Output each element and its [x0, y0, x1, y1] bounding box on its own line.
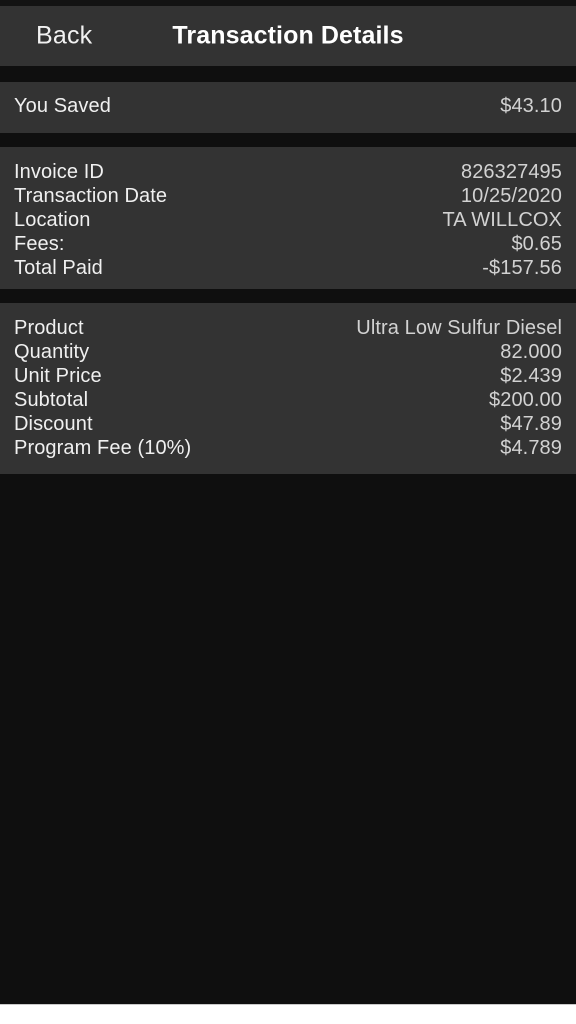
- transaction-details-card: Invoice ID 826327495 Transaction Date 10/25…: [0, 147, 576, 289]
- detail-row-value: $200.00: [489, 389, 562, 411]
- detail-row-value: $4.789: [500, 437, 562, 459]
- detail-row-label: Program Fee (10%): [14, 437, 192, 459]
- detail-row: You Saved $43.10: [14, 94, 562, 118]
- home-indicator-strip: [0, 1004, 576, 1024]
- detail-row-label: Subtotal: [14, 389, 89, 411]
- savings-card: You Saved $43.10: [0, 82, 576, 133]
- detail-row-label: Product: [14, 317, 84, 339]
- detail-row: Transaction Date 10/25/2020: [14, 184, 562, 208]
- detail-row-label: Unit Price: [14, 365, 102, 387]
- detail-row-value: 826327495: [460, 161, 562, 183]
- detail-row-value: 82.000: [500, 341, 562, 363]
- detail-row-label: You Saved: [14, 95, 111, 117]
- detail-row-value: $2.439: [500, 365, 562, 387]
- product-details-card: Product Ultra Low Sulfur Diesel Quantity 82…: [0, 303, 576, 474]
- detail-row-value: TA WILLCOX: [442, 209, 562, 231]
- savings-row-list: You Saved $43.10: [0, 82, 576, 118]
- navigation-bar: Back Transaction Details: [0, 6, 576, 66]
- detail-row-label: Fees:: [14, 233, 65, 255]
- detail-row-value: $43.10: [500, 95, 562, 117]
- product-row-list: Product Ultra Low Sulfur Diesel Quantity 82…: [0, 303, 576, 460]
- detail-row-label: Location: [14, 209, 91, 231]
- detail-row-label: Discount: [14, 413, 93, 435]
- detail-row: Unit Price $2.439: [14, 364, 562, 388]
- detail-row: Location TA WILLCOX: [14, 208, 562, 232]
- detail-row: Fees: $0.65: [14, 232, 562, 256]
- phone-screen: Back Transaction Details You Saved $43.10…: [0, 0, 576, 1024]
- detail-row: Invoice ID 826327495: [14, 160, 562, 184]
- detail-row-label: Quantity: [14, 341, 90, 363]
- detail-row: Quantity 82.000: [14, 340, 562, 364]
- detail-row: Product Ultra Low Sulfur Diesel: [14, 316, 562, 340]
- detail-row-value: $0.65: [511, 233, 562, 255]
- detail-row-label: Invoice ID: [14, 161, 104, 183]
- detail-row-value: -$157.56: [482, 257, 562, 279]
- detail-row: Subtotal $200.00: [14, 388, 562, 412]
- detail-row: Discount $47.89: [14, 412, 562, 436]
- page-title: Transaction Details: [172, 21, 404, 50]
- detail-row-label: Total Paid: [14, 257, 103, 279]
- detail-row: Program Fee (10%) $4.789: [14, 436, 562, 460]
- detail-row-value: Ultra Low Sulfur Diesel: [356, 317, 562, 339]
- detail-row-label: Transaction Date: [14, 185, 168, 207]
- details-row-list: Invoice ID 826327495 Transaction Date 10/25…: [0, 147, 576, 280]
- detail-row-value: 10/25/2020: [460, 185, 562, 207]
- detail-row-value: $47.89: [500, 413, 562, 435]
- detail-row: Total Paid -$157.56: [14, 256, 562, 280]
